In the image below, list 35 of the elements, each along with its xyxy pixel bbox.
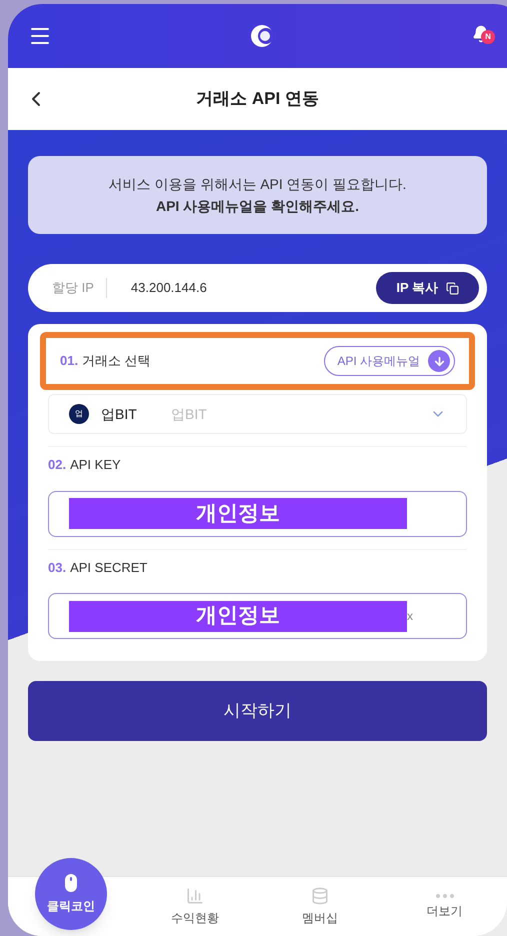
exchange-logo: 업: [69, 404, 89, 424]
start-button[interactable]: 시작하기: [28, 681, 487, 741]
download-icon: [428, 350, 450, 372]
section-title: API KEY: [70, 456, 121, 474]
exchange-value: 업BIT: [171, 404, 207, 424]
notice-text: API 사용메뉴얼을 확인해주세요.: [156, 197, 359, 216]
nav-tab[interactable]: 수익현황: [132, 877, 258, 936]
exchange-name: 업BIT: [101, 404, 138, 424]
notice-text: 서비스 이용을 위해서는 API 연동이 필요합니다.: [108, 175, 406, 194]
page-title: 거래소 API 연동: [196, 88, 319, 110]
ip-label: 할당 IP: [52, 278, 107, 298]
exchange-select[interactable]: 업 업BIT 업BIT: [48, 394, 467, 434]
mouse-icon: [64, 873, 78, 893]
input-field[interactable]: 개인정보 x: [48, 593, 467, 639]
nav-main-button[interactable]: 클릭코인: [35, 858, 107, 930]
input-value-tail: x: [407, 608, 413, 625]
section-number: 02.: [48, 456, 66, 474]
manual-download-button[interactable]: API 사용메뉴얼: [324, 346, 455, 376]
nav-tab[interactable]: 멤버십: [258, 877, 382, 936]
nav-tab[interactable]: 더보기: [382, 877, 507, 936]
section-number: 03.: [48, 558, 66, 576]
copy-icon: [446, 282, 459, 294]
section-title: API SECRET: [70, 558, 148, 576]
section-title: 거래소 선택: [82, 352, 151, 370]
ip-value: 43.200.144.6: [130, 279, 207, 298]
input-field[interactable]: 개인정보: [48, 490, 467, 536]
notification-badge: N: [481, 30, 495, 44]
coin-stack-icon: [310, 886, 329, 904]
section-number: 01.: [60, 352, 78, 370]
redaction-bar: 개인정보: [69, 600, 407, 632]
bar-chart-icon: [186, 886, 204, 904]
crescent-logo-icon: [250, 24, 274, 48]
ip-copy-button[interactable]: IP 복사: [376, 272, 479, 304]
redaction-bar: 개인정보: [69, 498, 407, 529]
more-icon: [436, 894, 454, 898]
